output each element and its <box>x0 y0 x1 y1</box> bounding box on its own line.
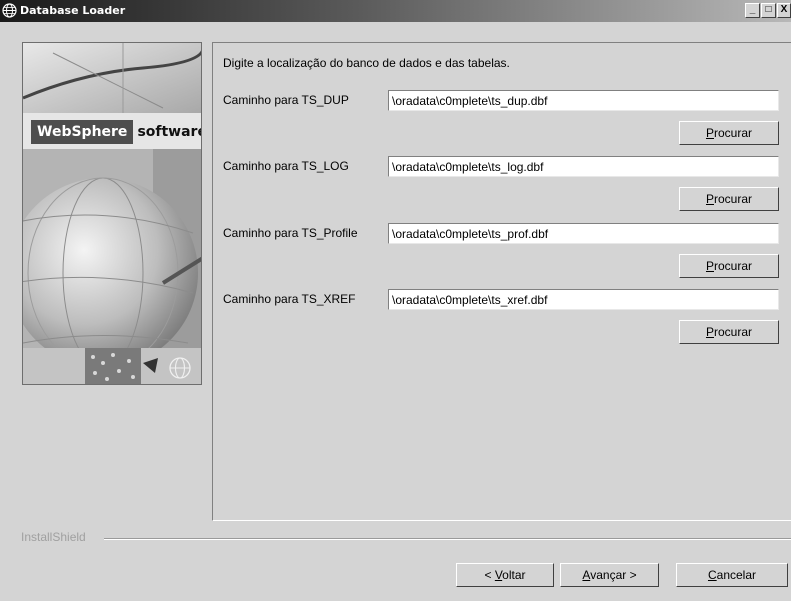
label-ts-xref: Caminho para TS_XREF <box>223 292 356 306</box>
globe-outline-icon <box>169 357 191 379</box>
title-bar[interactable]: Database Loader _ □ X <box>0 0 791 22</box>
maximize-button[interactable]: □ <box>761 3 776 18</box>
brand-suffix: software <box>137 124 202 140</box>
ts-log-path-input[interactable] <box>388 156 779 177</box>
label-ts-log: Caminho para TS_LOG <box>223 159 349 173</box>
next-button[interactable]: Avançar > <box>560 563 659 587</box>
back-label: oltar <box>502 568 526 582</box>
window-title: Database Loader <box>20 4 126 17</box>
cancel-label: ancelar <box>716 568 757 582</box>
brand-product: WebSphere <box>31 120 134 144</box>
next-label: vançar > <box>590 568 637 582</box>
ts-dup-path-input[interactable] <box>388 90 779 111</box>
installshield-label: InstallShield <box>21 530 86 544</box>
back-prefix: < <box>484 568 495 582</box>
ts-xref-path-input[interactable] <box>388 289 779 310</box>
browse-label: rocurar <box>714 126 753 140</box>
cancel-mnemonic: C <box>707 568 717 582</box>
browse-mnemonic: P <box>705 126 714 140</box>
close-button[interactable]: X <box>777 3 791 18</box>
label-ts-dup: Caminho para TS_DUP <box>223 93 349 107</box>
cancel-button[interactable]: Cancelar <box>676 563 788 587</box>
browse-label: rocurar <box>714 192 753 206</box>
back-button[interactable]: < Voltar <box>456 563 554 587</box>
brand-logo: WebSphere software <box>31 120 202 144</box>
browse-label: rocurar <box>714 259 753 273</box>
browse-mnemonic: P <box>705 192 714 206</box>
browse-ts-log-button[interactable]: Procurar <box>679 187 779 211</box>
browse-ts-profile-button[interactable]: Procurar <box>679 254 779 278</box>
ts-profile-path-input[interactable] <box>388 223 779 244</box>
label-ts-profile: Caminho para TS_Profile <box>223 226 358 240</box>
browse-mnemonic: P <box>705 259 714 273</box>
side-banner-image: WebSphere software <box>22 42 202 385</box>
browse-label: rocurar <box>714 325 753 339</box>
browse-ts-xref-button[interactable]: Procurar <box>679 320 779 344</box>
globe-icon <box>2 3 17 18</box>
browse-ts-dup-button[interactable]: Procurar <box>679 121 779 145</box>
footer-divider <box>104 538 791 540</box>
intro-text: Digite a localização do banco de dados e… <box>223 56 510 70</box>
content-panel: Digite a localização do banco de dados e… <box>212 42 791 521</box>
browse-mnemonic: P <box>705 325 714 339</box>
banner-artwork <box>23 43 201 384</box>
minimize-button[interactable]: _ <box>745 3 760 18</box>
